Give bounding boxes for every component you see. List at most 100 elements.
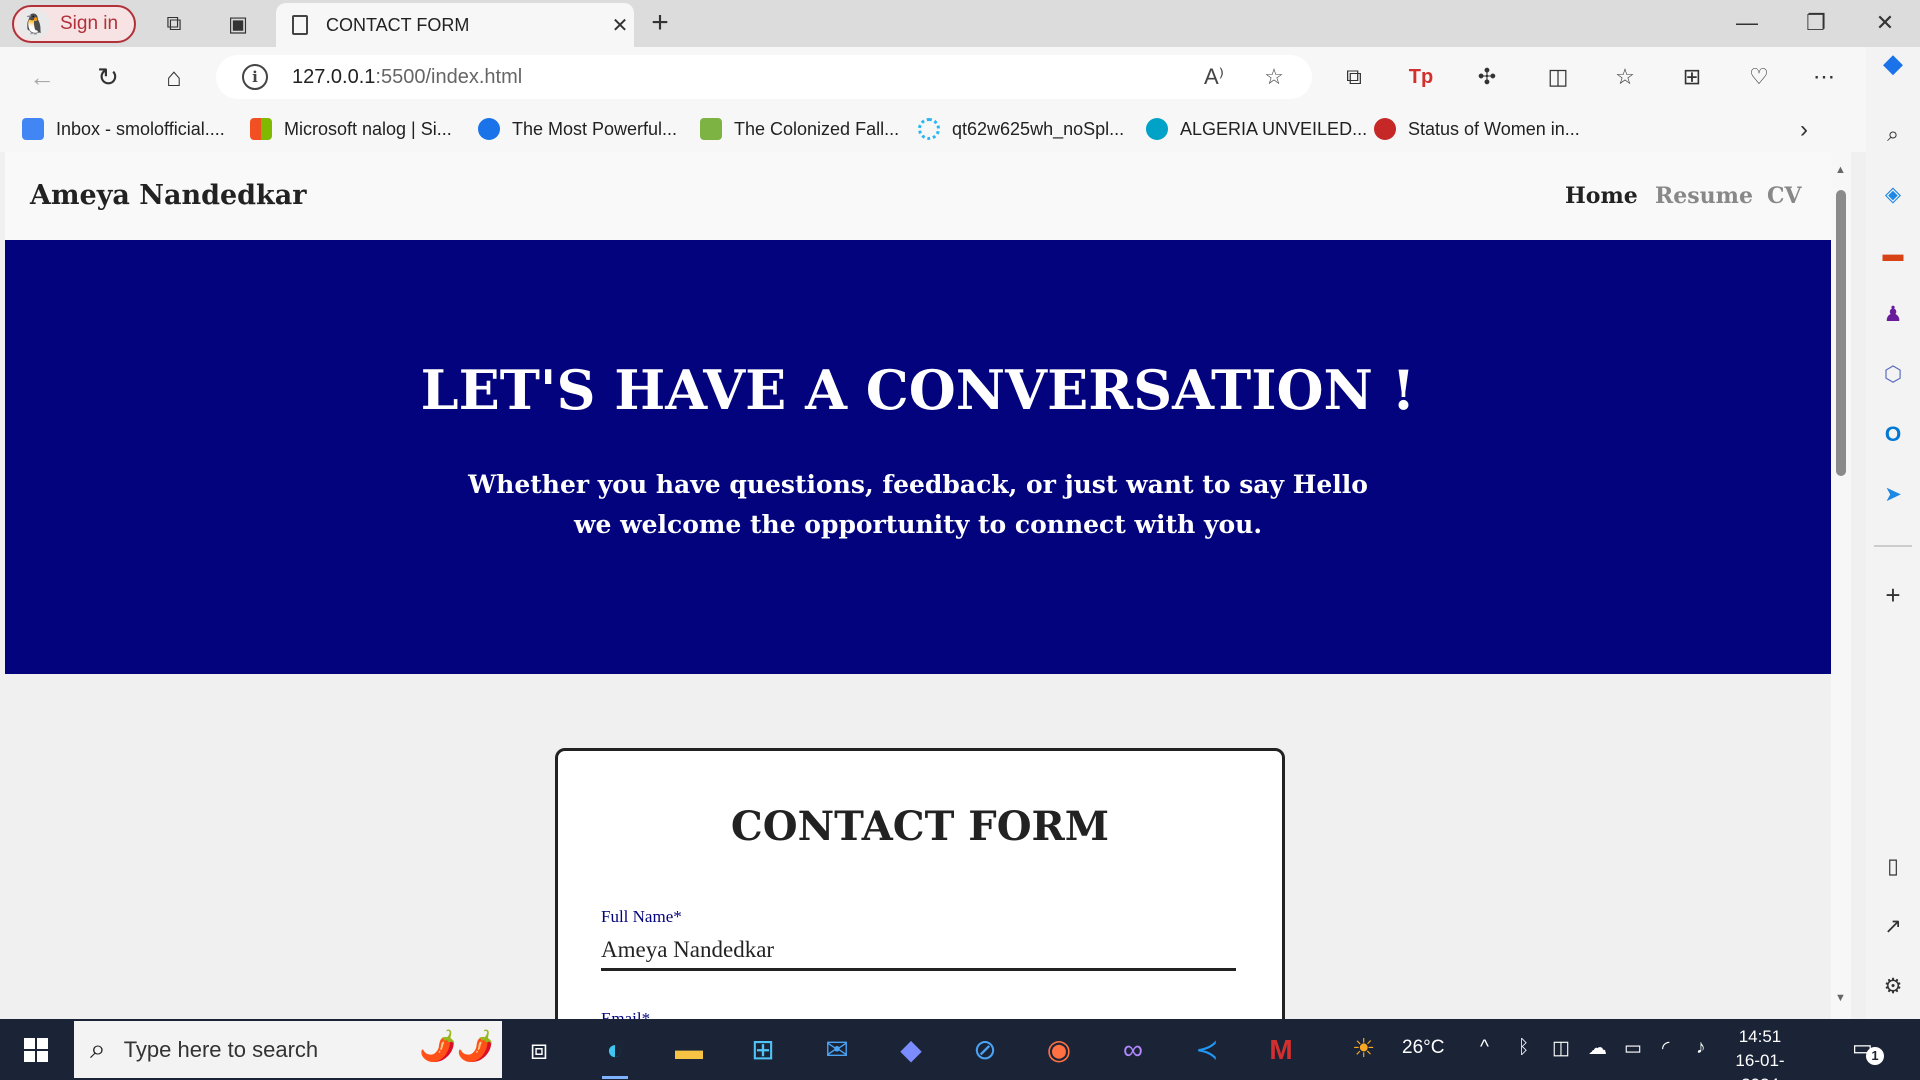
search-icon: ⌕ — [90, 1033, 106, 1064]
browser-essentials-icon[interactable]: ♡ — [1743, 61, 1775, 93]
microsoft-icon — [250, 118, 272, 140]
collections-icon[interactable]: ⊞ — [1676, 61, 1708, 93]
hero-title: LET'S HAVE A CONVERSATION ! — [420, 358, 1416, 422]
home-icon[interactable]: ⌂ — [156, 59, 192, 95]
site-icon — [478, 118, 500, 140]
bookmark-item[interactable]: Inbox - smolofficial.... — [22, 116, 225, 142]
scrollbar-thumb[interactable] — [1836, 190, 1846, 476]
bookmark-item[interactable]: The Most Powerful... — [478, 116, 677, 142]
meet-now-icon[interactable]: ◫ — [1552, 1037, 1570, 1060]
games-icon[interactable]: ♟ — [1877, 299, 1909, 331]
extensions-puzzle-icon[interactable]: ✣ — [1471, 61, 1503, 93]
browser-tab-strip: 🐧 Sign in ⧉ ▣ CONTACT FORM ✕ + — ❐ ✕ — [0, 0, 1920, 47]
nav-home-link[interactable]: Home — [1565, 183, 1638, 209]
taskbar-clock[interactable]: 14:51 16-01-2024 — [1720, 1025, 1800, 1080]
volume-icon[interactable]: ♪ — [1696, 1037, 1706, 1059]
site-navbar: Ameya Nandedkar Home Resume CV — [5, 152, 1831, 240]
tab-contact-form[interactable]: CONTACT FORM ✕ — [276, 3, 634, 47]
refresh-icon[interactable]: ↻ — [90, 59, 126, 95]
workspaces-icon[interactable]: ⧉ — [158, 8, 190, 40]
microsoft365-icon[interactable]: ⬡ — [1877, 359, 1909, 391]
profile-signin-button[interactable]: 🐧 Sign in — [12, 5, 136, 43]
scroll-up-icon[interactable]: ▲ — [1835, 164, 1846, 176]
favorites-icon[interactable]: ☆ — [1609, 61, 1641, 93]
clock-time: 14:51 — [1738, 1027, 1782, 1046]
chevron-right-icon[interactable]: › — [1800, 116, 1808, 144]
bookmark-item[interactable]: Status of Women in... — [1374, 116, 1580, 142]
read-aloud-icon[interactable]: A⁾ — [1198, 61, 1230, 93]
edge-browser-icon[interactable]: ◐ — [594, 1029, 636, 1079]
vertical-tabs-icon[interactable]: ▣ — [222, 8, 254, 40]
restore-button[interactable]: ❐ — [1792, 4, 1840, 42]
hero-subtitle-line2: we welcome the opportunity to connect wi… — [573, 510, 1263, 539]
copilot-icon[interactable]: ◆ — [1877, 47, 1909, 79]
bookmark-item[interactable]: The Colonized Fall... — [700, 116, 899, 142]
nav-cv-link[interactable]: CV — [1767, 183, 1802, 209]
onedrive-cloud-icon[interactable]: ☁ — [1588, 1037, 1607, 1060]
close-tab-icon[interactable]: ✕ — [606, 13, 634, 38]
scroll-down-icon[interactable]: ▼ — [1835, 992, 1846, 1004]
notification-badge: 1 — [1866, 1047, 1884, 1065]
microsoft-store-icon[interactable]: ⊞ — [742, 1029, 784, 1071]
hero-banner: LET'S HAVE A CONVERSATION ! Whether you … — [5, 240, 1831, 674]
weather-sun-icon[interactable]: ☀ — [1352, 1033, 1375, 1064]
site-info-icon[interactable]: i — [242, 64, 268, 90]
chili-peppers-icon: 🌶️🌶️ — [419, 1030, 494, 1063]
tag-icon[interactable]: ◈ — [1877, 179, 1909, 211]
address-bar[interactable]: i 127.0.0.1:5500/index.html A⁾ ☆ — [216, 55, 1312, 99]
avatar-icon: 🐧 — [18, 8, 50, 40]
battery-icon[interactable]: ▭ — [1624, 1037, 1642, 1060]
divider — [1874, 545, 1912, 547]
favorite-star-icon[interactable]: ☆ — [1258, 61, 1290, 93]
search-icon[interactable]: ⌕ — [1877, 119, 1909, 151]
start-button[interactable] — [0, 1019, 72, 1080]
task-view-icon[interactable]: ⧈ — [518, 1029, 560, 1071]
mcafee-icon[interactable]: M — [1260, 1029, 1302, 1071]
site-icon — [1374, 118, 1396, 140]
taskbar-search-box[interactable]: ⌕ Type here to search 🌶️🌶️ — [74, 1021, 502, 1078]
page-viewport: Ameya Nandedkar Home Resume CV LET'S HAV… — [5, 152, 1831, 1019]
safari-compass-icon[interactable]: ⊘ — [964, 1029, 1006, 1071]
extension-copy-icon[interactable]: ⧉ — [1338, 61, 1370, 93]
file-explorer-icon[interactable]: ▬ — [668, 1029, 710, 1071]
split-screen-icon[interactable]: ◫ — [1542, 61, 1574, 93]
signin-label: Sign in — [60, 13, 119, 34]
minimize-button[interactable]: — — [1723, 4, 1771, 42]
show-hidden-icons-chevron-up-icon[interactable]: ^ — [1480, 1037, 1489, 1059]
wifi-icon[interactable]: ◜ — [1662, 1037, 1669, 1060]
firefox-icon[interactable]: ◉ — [1038, 1029, 1080, 1071]
bookmark-item[interactable]: qt62w625wh_noSpl... — [918, 116, 1124, 142]
vscode-icon[interactable]: ≺ — [1186, 1029, 1228, 1071]
bookmarks-bar: Inbox - smolofficial.... Microsoft nalog… — [0, 106, 1866, 152]
sidebar-panel-icon[interactable]: ▯ — [1877, 851, 1909, 883]
outlook-icon[interactable]: O — [1877, 419, 1909, 451]
site-brand[interactable]: Ameya Nandedkar — [30, 180, 306, 211]
close-window-button[interactable]: ✕ — [1861, 4, 1909, 42]
open-external-icon[interactable]: ↗ — [1877, 911, 1909, 943]
clock-date: 16-01-2024 — [1735, 1051, 1785, 1080]
full-name-label: Full Name* — [601, 907, 682, 926]
incognito-app-icon[interactable]: ∞ — [1112, 1029, 1154, 1071]
tp-extension-icon[interactable]: Tp — [1405, 61, 1437, 93]
add-icon[interactable]: + — [1877, 579, 1909, 611]
toolbox-icon[interactable]: ▬ — [1877, 239, 1909, 271]
url-text[interactable]: 127.0.0.1:5500/index.html — [292, 66, 522, 89]
google-icon — [22, 118, 44, 140]
form-title: CONTACT FORM — [730, 803, 1110, 850]
bluetooth-icon[interactable]: ᛒ — [1518, 1037, 1529, 1059]
bookmark-item[interactable]: Microsoft nalog | Si... — [250, 116, 452, 142]
mail-icon[interactable]: ✉ — [816, 1029, 858, 1071]
notifications-icon[interactable]: ▭ 1 — [1852, 1035, 1884, 1065]
weather-temp[interactable]: 26°C — [1402, 1037, 1444, 1059]
bookmark-item[interactable]: ALGERIA UNVEILED... — [1146, 116, 1367, 142]
back-icon[interactable]: ← — [24, 59, 60, 95]
page-scrollbar[interactable]: ▲ ▼ — [1831, 152, 1851, 1019]
copilot-app-icon[interactable]: ◆ — [890, 1029, 932, 1071]
send-icon[interactable]: ➤ — [1877, 479, 1909, 511]
full-name-input[interactable] — [601, 931, 1236, 971]
more-menu-icon[interactable]: ⋯ — [1808, 61, 1840, 93]
settings-gear-icon[interactable]: ⚙ — [1877, 971, 1909, 1003]
email-label: Email* — [601, 1009, 651, 1019]
new-tab-button[interactable]: + — [644, 6, 676, 40]
nav-resume-link[interactable]: Resume — [1655, 183, 1753, 209]
